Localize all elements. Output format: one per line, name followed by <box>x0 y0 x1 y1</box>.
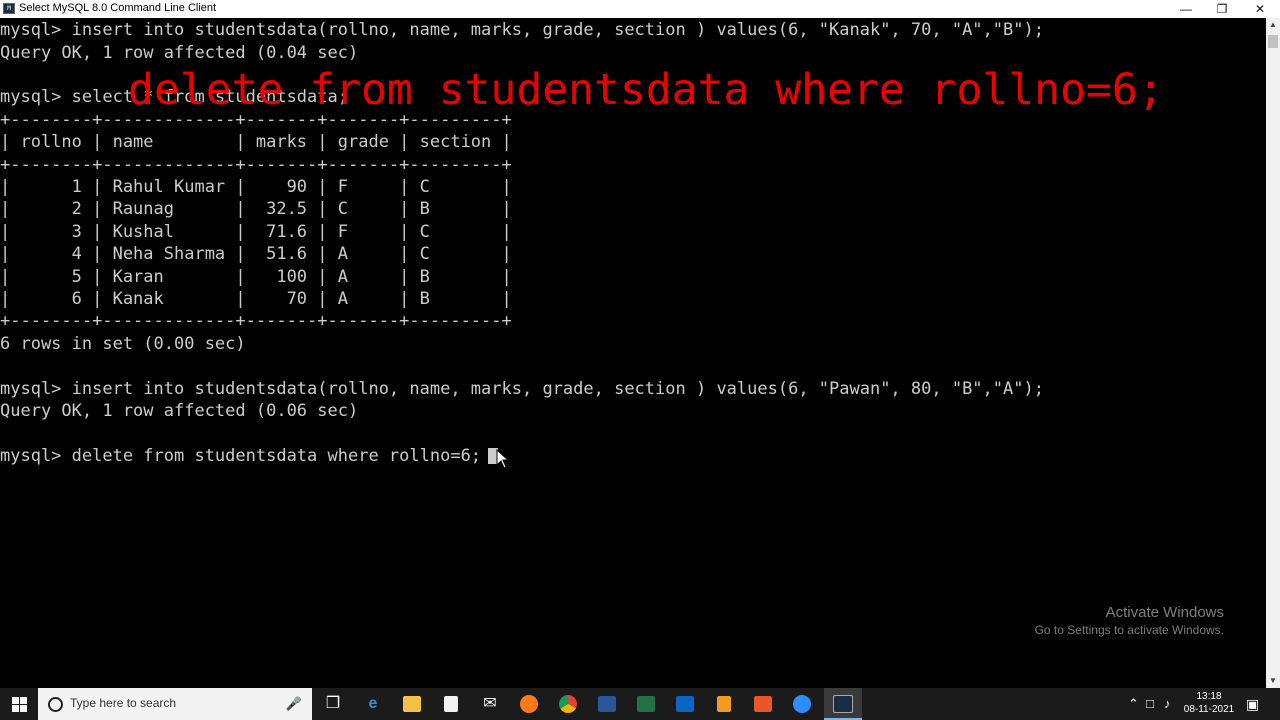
title-bar: M Select MySQL 8.0 Command Line Client —… <box>0 0 1280 18</box>
mysql-console-taskbar-icon[interactable] <box>824 688 862 720</box>
firefox-icon[interactable] <box>510 688 548 720</box>
network-icon[interactable]: □ <box>1146 688 1154 720</box>
cortana-icon <box>48 697 63 712</box>
console-line: | 2 | Raunag | 32.5 | C | B | <box>0 199 512 219</box>
taskbar: Type here to search 🎤 ❐ e ✉ ⌃ □ ♪ 13:18 … <box>0 688 1280 720</box>
edge-icon[interactable]: e <box>354 688 392 720</box>
watermark-heading: Activate Windows <box>1105 604 1224 621</box>
chrome-icon[interactable] <box>549 688 587 720</box>
volume-icon[interactable]: ♪ <box>1164 688 1171 720</box>
zoom-icon[interactable] <box>783 688 821 720</box>
mysql-console-icon[interactable]: M <box>3 3 15 14</box>
console-line: | 1 | Rahul Kumar | 90 | F | C | <box>0 177 512 197</box>
close-button[interactable]: ✕ <box>1242 0 1278 18</box>
vertical-scrollbar[interactable]: ▲ ▼ <box>1266 18 1280 688</box>
activate-windows-watermark: Activate Windows Go to Settings to activ… <box>1035 604 1224 637</box>
console-line: | 5 | Karan | 100 | A | B | <box>0 267 512 287</box>
clock-time: 13:18 <box>1196 691 1222 702</box>
console-line: +--------+-------------+-------+-------+… <box>0 155 512 175</box>
notification-icon[interactable]: ▣ <box>1246 696 1259 713</box>
console-line: | 6 | Kanak | 70 | A | B | <box>0 289 512 309</box>
overlay-caption: delete from studentsdata where rollno=6; <box>128 65 1164 115</box>
start-button[interactable] <box>0 688 38 720</box>
store-icon[interactable] <box>432 688 470 720</box>
microphone-icon[interactable]: 🎤 <box>286 696 302 712</box>
console-output[interactable]: mysql> insert into studentsdata(rollno, … <box>0 18 1266 674</box>
console-line: | rollno | name | marks | grade | sectio… <box>0 132 512 152</box>
scroll-up-icon[interactable]: ▲ <box>1266 18 1280 32</box>
console-line: Query OK, 1 row affected (0.06 sec) <box>0 401 359 421</box>
file-explorer-icon[interactable] <box>393 688 431 720</box>
console-line: mysql> insert into studentsdata(rollno, … <box>0 379 1044 399</box>
window-title: Select MySQL 8.0 Command Line Client <box>19 2 217 14</box>
chevron-up-icon[interactable]: ⌃ <box>1128 688 1139 720</box>
windows-logo-icon <box>12 697 19 704</box>
console-line: | 4 | Neha Sharma | 51.6 | A | C | <box>0 244 512 264</box>
mail-icon[interactable]: ✉ <box>471 688 509 720</box>
app-orange-icon[interactable] <box>744 688 782 720</box>
console-line: | 3 | Kushal | 71.6 | F | C | <box>0 222 512 242</box>
console-line: mysql> delete from studentsdata where ro… <box>0 446 482 466</box>
minimize-button[interactable]: — <box>1168 0 1204 18</box>
search-placeholder: Type here to search <box>70 696 177 710</box>
mouse-pointer-icon <box>496 449 510 469</box>
console-line: +--------+-------------+-------+-------+… <box>0 311 512 331</box>
excel-icon[interactable] <box>627 688 665 720</box>
console-line: mysql> insert into studentsdata(rollno, … <box>0 20 1044 40</box>
sublime-icon[interactable] <box>705 688 743 720</box>
taskbar-clock[interactable]: 13:18 08-11-2021 <box>1180 690 1238 716</box>
app-icon[interactable] <box>666 688 704 720</box>
watermark-subtext: Go to Settings to activate Windows. <box>1034 623 1224 637</box>
scroll-down-icon[interactable]: ▼ <box>1266 674 1280 688</box>
scroll-thumb[interactable] <box>1268 35 1278 48</box>
console-line: Query OK, 1 row affected (0.04 sec) <box>0 43 359 63</box>
word-icon[interactable] <box>588 688 626 720</box>
taskbar-search-box[interactable]: Type here to search 🎤 <box>38 688 312 720</box>
restore-button[interactable]: ❐ <box>1204 0 1240 18</box>
clock-date: 08-11-2021 <box>1183 704 1235 715</box>
task-view-icon[interactable]: ❐ <box>314 688 352 720</box>
console-line: 6 rows in set (0.00 sec) <box>0 334 246 354</box>
